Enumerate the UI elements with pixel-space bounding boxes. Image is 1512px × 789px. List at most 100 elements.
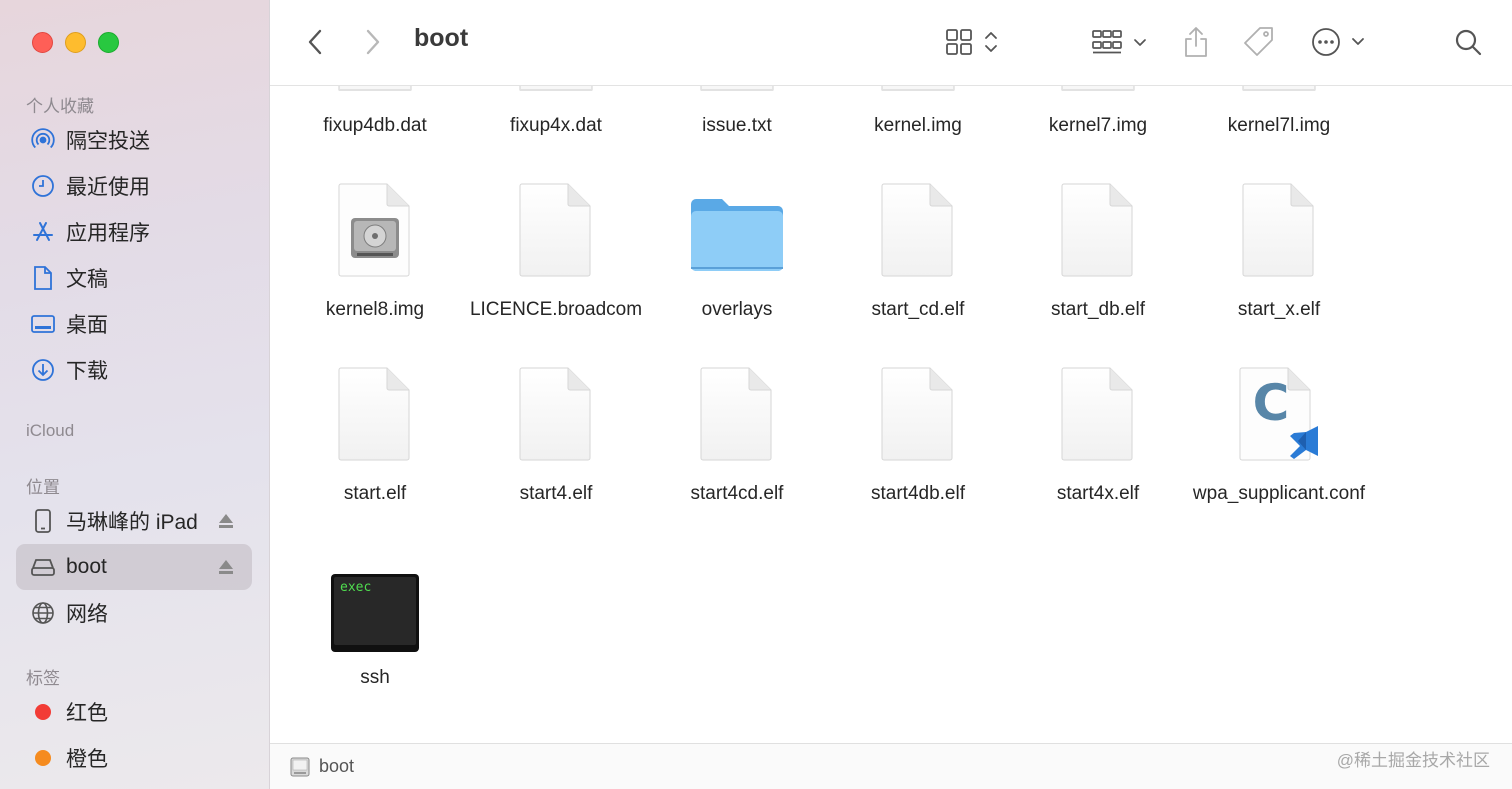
clock-icon — [30, 173, 56, 199]
eject-icon[interactable] — [218, 512, 234, 530]
folder-icon — [687, 190, 787, 281]
sidebar-heading-favorites: 个人收藏 — [26, 97, 94, 116]
view-mode-button[interactable] — [944, 26, 1004, 58]
ipad-icon — [30, 508, 56, 534]
document-icon — [1058, 86, 1138, 101]
sidebar-item-label: 橙色 — [66, 748, 108, 771]
group-button[interactable] — [1090, 26, 1150, 58]
download-icon — [30, 357, 56, 383]
sidebar: 个人收藏 隔空投送 最近使用 应用程序 文稿 桌面 下载 iCloud 位置 马… — [0, 0, 270, 789]
file-grid: fixup4db.dat fixup4x.dat TXT issue.txt kerne… — [270, 86, 1512, 743]
sidebar-item-boot[interactable]: boot — [16, 544, 252, 590]
file-name: start4.elf — [519, 483, 593, 504]
zoom-window-button[interactable] — [98, 32, 119, 53]
path-bar-label[interactable]: boot — [319, 756, 354, 777]
file-name: start4db.elf — [871, 483, 965, 504]
ellipsis-circle-icon — [1312, 28, 1364, 56]
drive-icon — [290, 756, 310, 778]
document-icon — [30, 265, 56, 291]
document-icon — [516, 180, 596, 285]
document-icon — [1058, 180, 1138, 285]
svg-text:C: C — [1253, 374, 1290, 432]
path-bar: boot @稀土掘金技术社区 — [270, 743, 1512, 789]
minimize-window-button[interactable] — [65, 32, 86, 53]
tag-dot-icon — [30, 699, 56, 725]
tag-dot-icon — [30, 745, 56, 771]
terminal-exec-icon: exec — [329, 572, 421, 659]
file-name: start.elf — [343, 483, 407, 504]
svg-text:exec: exec — [340, 580, 371, 595]
search-icon — [1455, 29, 1482, 56]
sidebar-item-ipad[interactable]: 马琳峰的 iPad — [16, 498, 252, 544]
document-icon — [878, 86, 958, 101]
sidebar-item-label: 桌面 — [66, 314, 108, 337]
desktop-icon — [30, 311, 56, 337]
eject-icon[interactable] — [218, 558, 234, 576]
icon-grid-view-icon — [946, 29, 997, 55]
window-title: boot — [414, 24, 469, 52]
share-icon — [1185, 27, 1207, 57]
file-name: ssh — [360, 667, 390, 688]
sidebar-item-recents[interactable]: 最近使用 — [16, 163, 252, 209]
chevron-left-icon — [308, 29, 322, 55]
document-icon — [516, 364, 596, 469]
file-name: wpa_supplicant.conf — [1192, 483, 1366, 504]
drive-icon — [30, 554, 56, 580]
text-document-icon: TXT — [697, 86, 777, 101]
back-button[interactable] — [302, 26, 328, 58]
sidebar-item-label: 最近使用 — [66, 176, 150, 199]
document-icon — [516, 86, 596, 101]
applications-icon — [30, 219, 56, 245]
sidebar-item-label: 红色 — [66, 702, 108, 725]
file-name: overlays — [701, 299, 773, 320]
file-name: kernel7.img — [1048, 115, 1148, 136]
file-name: LICENCE.broadcom — [469, 299, 643, 320]
close-window-button[interactable] — [32, 32, 53, 53]
sidebar-item-label: 网络 — [66, 603, 108, 626]
sidebar-heading-locations: 位置 — [26, 478, 60, 497]
document-icon — [1239, 86, 1319, 101]
sidebar-item-label: 隔空投送 — [66, 130, 150, 153]
file-name: kernel.img — [874, 115, 962, 136]
file-name: kernel8.img — [325, 299, 425, 320]
file-name: kernel7l.img — [1227, 115, 1331, 136]
sidebar-item-label: 下载 — [66, 360, 108, 383]
document-icon — [1058, 364, 1138, 469]
document-icon — [697, 364, 777, 469]
chevron-right-icon — [366, 29, 380, 55]
sidebar-item-tag-red[interactable]: 红色 — [16, 689, 252, 735]
sidebar-heading-icloud: iCloud — [26, 421, 75, 440]
sidebar-item-network[interactable]: 网络 — [16, 590, 252, 636]
file-name: issue.txt — [702, 115, 772, 136]
document-icon — [335, 86, 415, 101]
file-name: start_cd.elf — [871, 299, 965, 320]
share-button[interactable] — [1180, 24, 1212, 60]
disk-image-icon — [335, 180, 415, 285]
airdrop-icon — [30, 127, 56, 153]
file-name: start4x.elf — [1056, 483, 1140, 504]
sidebar-item-airdrop[interactable]: 隔空投送 — [16, 117, 252, 163]
sidebar-item-desktop[interactable]: 桌面 — [16, 301, 252, 347]
sidebar-item-label: 文稿 — [66, 268, 108, 291]
sidebar-item-label: 应用程序 — [66, 222, 150, 245]
globe-icon — [30, 600, 56, 626]
group-icon — [1092, 30, 1146, 54]
search-button[interactable] — [1452, 26, 1484, 58]
tag-button[interactable] — [1242, 24, 1276, 60]
sidebar-item-downloads[interactable]: 下载 — [16, 347, 252, 393]
file-name: start4cd.elf — [690, 483, 784, 504]
sidebar-heading-tags: 标签 — [26, 669, 60, 688]
sidebar-item-applications[interactable]: 应用程序 — [16, 209, 252, 255]
file-name: start_x.elf — [1237, 299, 1321, 320]
forward-button[interactable] — [360, 26, 386, 58]
sidebar-item-tag-orange[interactable]: 橙色 — [16, 735, 252, 781]
sidebar-item-label: 马琳峰的 iPad — [66, 511, 198, 534]
more-actions-button[interactable] — [1310, 26, 1370, 58]
tag-icon — [1244, 27, 1273, 56]
vscode-c-file-icon: C — [1234, 364, 1324, 469]
file-name: fixup4db.dat — [323, 115, 427, 136]
sidebar-item-documents[interactable]: 文稿 — [16, 255, 252, 301]
sidebar-item-label: boot — [66, 555, 107, 578]
document-icon — [878, 180, 958, 285]
finder-window: 个人收藏 隔空投送 最近使用 应用程序 文稿 桌面 下载 iCloud 位置 马… — [0, 0, 1512, 789]
